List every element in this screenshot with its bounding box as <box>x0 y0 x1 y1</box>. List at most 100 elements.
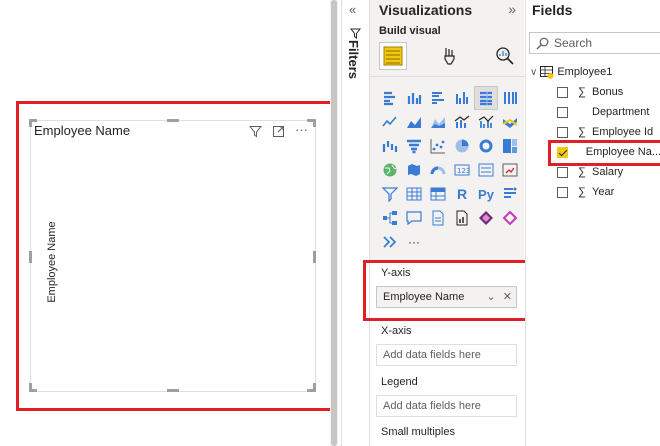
y-axis-title: Employee Name <box>46 221 58 303</box>
build-visual-icon <box>383 46 403 66</box>
smart-narrative-icon[interactable] <box>426 206 450 230</box>
stacked-area-chart-icon[interactable] <box>426 110 450 134</box>
field-checkbox[interactable] <box>557 106 568 118</box>
field-name: Year <box>592 186 615 198</box>
legend-placeholder: Add data fields here <box>383 400 481 412</box>
sigma-icon: ∑ <box>578 166 586 178</box>
field-checkbox[interactable] <box>557 86 568 98</box>
legend-well-label: Legend <box>381 376 418 388</box>
fields-search-input[interactable]: Search <box>529 32 660 54</box>
treemap-icon[interactable] <box>498 134 522 158</box>
100-stacked-column-chart-icon[interactable] <box>498 86 522 110</box>
fields-tree: ∨ Employee1 ∑ Bonus Department ∑ Employe… <box>526 62 660 202</box>
table-icon[interactable] <box>402 182 426 206</box>
waterfall-chart-icon[interactable] <box>378 134 402 158</box>
sigma-icon: ∑ <box>578 86 586 98</box>
funnel-chart-icon[interactable] <box>402 134 426 158</box>
more-options-icon[interactable]: ··· <box>295 123 309 139</box>
table-node-employee1[interactable]: ∨ Employee1 <box>526 62 660 82</box>
field-name: Salary <box>592 166 624 178</box>
filter-icon[interactable] <box>248 125 263 139</box>
resize-handle-top-left-v[interactable] <box>29 119 32 127</box>
collapse-visualizations-icon[interactable]: » <box>508 1 516 17</box>
visual-header: ··· <box>248 123 309 139</box>
field-name: Department <box>592 106 650 118</box>
canvas-scrollbar[interactable] <box>330 0 338 446</box>
r-script-visual-icon[interactable]: R <box>450 182 474 206</box>
resize-handle-bottom[interactable] <box>167 389 179 392</box>
power-apps-icon[interactable] <box>474 206 498 230</box>
visualizations-pane: Visualizations » Build visual 123 R Py ·… <box>369 0 525 446</box>
more-visuals-icon[interactable]: ··· <box>402 230 426 254</box>
stacked-column-chart-icon[interactable] <box>402 86 426 110</box>
resize-handle-top[interactable] <box>167 119 179 122</box>
filled-map-icon[interactable] <box>402 158 426 182</box>
matrix-icon[interactable] <box>426 182 450 206</box>
clustered-column-chart-icon[interactable] <box>450 86 474 110</box>
resize-handle-left[interactable] <box>29 251 32 263</box>
field-row[interactable]: ∑ Employee Id <box>526 122 660 142</box>
pie-chart-icon[interactable] <box>450 134 474 158</box>
report-canvas[interactable]: Employee Name ··· Employee Name <box>0 0 341 446</box>
resize-handle-bottom-right-v[interactable] <box>313 383 316 391</box>
python-visual-icon[interactable]: Py <box>474 182 498 206</box>
ribbon-chart-icon[interactable] <box>498 110 522 134</box>
decomposition-tree-icon[interactable] <box>378 206 402 230</box>
line-and-stacked-column-icon[interactable] <box>450 110 474 134</box>
format-visual-icon <box>444 48 455 65</box>
multi-row-card-icon[interactable] <box>474 158 498 182</box>
filters-label[interactable]: Filters <box>346 40 361 79</box>
x-axis-placeholder: Add data fields here <box>383 349 481 361</box>
field-row[interactable]: ∑ Bonus <box>526 82 660 102</box>
resize-handle-top-right-v[interactable] <box>313 119 316 127</box>
search-icon <box>536 37 549 53</box>
analytics-icon <box>496 47 514 65</box>
fields-title: Fields <box>532 2 573 18</box>
table-name: Employee1 <box>557 66 613 78</box>
clustered-bar-chart-icon[interactable] <box>426 86 450 110</box>
tabs-divider <box>370 76 525 77</box>
line-and-clustered-column-icon[interactable] <box>474 110 498 134</box>
scatter-chart-icon[interactable] <box>426 134 450 158</box>
bar-chart-visual[interactable]: Employee Name ··· Employee Name <box>29 119 316 392</box>
map-icon[interactable] <box>378 158 402 182</box>
resize-handle-right[interactable] <box>313 251 316 263</box>
x-axis-well-field[interactable]: Add data fields here <box>376 344 517 366</box>
legend-well-field[interactable]: Add data fields here <box>376 395 517 417</box>
stacked-bar-chart-icon[interactable] <box>378 86 402 110</box>
paginated-report-icon[interactable] <box>450 206 474 230</box>
qa-visual-icon[interactable] <box>402 206 426 230</box>
gauge-icon[interactable] <box>426 158 450 182</box>
field-checkbox[interactable] <box>557 166 568 178</box>
power-automate-icon[interactable] <box>498 206 522 230</box>
field-name: Employee Id <box>592 126 654 138</box>
card-icon[interactable]: 123 <box>450 158 474 182</box>
small-multiples-well-label: Small multiples <box>381 426 455 438</box>
table-icon <box>540 65 554 79</box>
line-chart-icon[interactable] <box>378 110 402 134</box>
y-axis-highlight-annotation <box>363 260 549 321</box>
kpi-icon[interactable] <box>498 158 522 182</box>
field-checkbox[interactable] <box>557 126 568 138</box>
format-visual-tab[interactable] <box>435 42 463 70</box>
chevron-down-icon[interactable]: ∨ <box>530 67 537 78</box>
resize-handle-bottom-left-v[interactable] <box>29 383 32 391</box>
expand-filters-icon[interactable]: « <box>349 2 356 17</box>
search-placeholder: Search <box>554 36 593 50</box>
field-row[interactable]: ∑ Year <box>526 182 660 202</box>
get-more-visuals-icon[interactable] <box>378 230 402 254</box>
donut-chart-icon[interactable] <box>474 134 498 158</box>
100-stacked-bar-chart-icon[interactable] <box>474 86 498 110</box>
field-row[interactable]: Department <box>526 102 660 122</box>
visual-type-gallery: 123 R Py ··· <box>378 86 523 254</box>
build-visual-tab[interactable] <box>379 42 407 70</box>
field-checkbox[interactable] <box>557 186 568 198</box>
area-chart-icon[interactable] <box>402 110 426 134</box>
analytics-tab[interactable] <box>491 42 519 70</box>
focus-mode-icon[interactable] <box>272 125 286 139</box>
key-influencers-icon[interactable] <box>498 182 522 206</box>
scrollbar-thumb[interactable] <box>331 0 337 446</box>
slicer-icon[interactable] <box>378 182 402 206</box>
x-axis-well-label: X-axis <box>381 325 412 337</box>
filters-pane-collapsed[interactable]: « Filters <box>341 0 368 446</box>
